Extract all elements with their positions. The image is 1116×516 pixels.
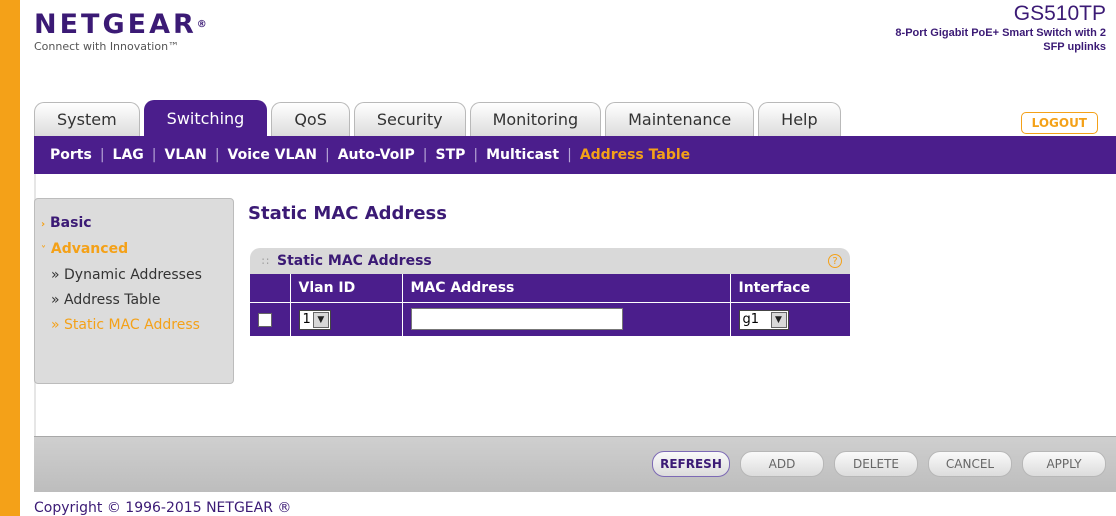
copyright-text: Copyright © 1996-2015 NETGEAR ® (34, 500, 292, 516)
subnav-separator: | (567, 147, 572, 163)
double-chevron-icon: » (51, 267, 60, 283)
mac-address-input[interactable] (410, 308, 623, 331)
sidebar-item-dynamic-addresses[interactable]: » Dynamic Addresses (41, 263, 233, 288)
sidebar-item-label: Advanced (50, 241, 129, 257)
subnav-separator: | (99, 147, 105, 163)
double-chevron-icon: » (51, 317, 60, 333)
dropdown-arrow-icon: ▼ (312, 311, 329, 328)
subnav-auto-voip[interactable]: Auto-VoIP (338, 147, 415, 163)
subnav-separator: | (214, 147, 220, 163)
tab-help[interactable]: Help (758, 102, 841, 136)
sidebar-item-label: Address Table (64, 292, 161, 308)
subnav-stp[interactable]: STP (436, 147, 466, 163)
column-header-mac-address: MAC Address (402, 274, 731, 302)
subnav-address-table[interactable]: Address Table (580, 147, 690, 163)
subnav-separator: | (151, 147, 157, 163)
row-select-checkbox[interactable] (258, 313, 272, 328)
help-icon[interactable]: ? (828, 254, 842, 268)
main-tabs: System Switching QoS Security Monitoring… (34, 100, 845, 136)
action-bar: REFRESH ADD DELETE CANCEL APPLY (34, 436, 1116, 492)
subnav-ports[interactable]: Ports (50, 147, 92, 163)
tab-security[interactable]: Security (353, 102, 466, 136)
delete-button[interactable]: DELETE (834, 451, 918, 477)
column-header-vlan-id: Vlan ID (290, 274, 403, 302)
sidebar-item-address-table[interactable]: » Address Table (41, 288, 233, 313)
vlan-id-value: 1 (302, 312, 311, 327)
left-accent-stripe (0, 0, 20, 516)
cancel-button[interactable]: CANCEL (928, 451, 1012, 477)
subnav-lag[interactable]: LAG (113, 147, 144, 163)
chevron-right-icon: › (41, 219, 46, 230)
tab-maintenance[interactable]: Maintenance (605, 102, 755, 136)
tab-switching[interactable]: Switching (143, 100, 268, 136)
subnav-separator: | (422, 147, 428, 163)
double-chevron-icon: » (51, 292, 60, 308)
interface-cell: g1 ▼ (730, 301, 850, 336)
table-row: 1 ▼ g1 ▼ (250, 301, 850, 336)
select-column-header (250, 274, 291, 302)
add-button[interactable]: ADD (740, 451, 824, 477)
static-mac-panel: ∷ Static MAC Address ? Vlan ID MAC Addre… (250, 248, 850, 336)
vlan-id-select[interactable]: 1 ▼ (298, 309, 331, 330)
sidebar-item-label: Dynamic Addresses (64, 267, 202, 283)
sub-navigation: Ports | LAG | VLAN | Voice VLAN | Auto-V… (34, 136, 1116, 174)
interface-value: g1 (742, 312, 760, 327)
sidebar-nav: › Basic ˅ Advanced » Dynamic Addresses »… (34, 198, 234, 384)
sidebar-item-advanced[interactable]: ˅ Advanced (41, 237, 233, 263)
netgear-logo: NETGEAR® Connect with Innovation™ (34, 9, 210, 54)
main-frame: NETGEAR® Connect with Innovation™ GS510T… (20, 0, 1116, 516)
page-title: Static MAC Address (248, 203, 447, 224)
subnav-multicast[interactable]: Multicast (486, 147, 559, 163)
tab-qos[interactable]: QoS (271, 102, 350, 136)
tab-monitoring[interactable]: Monitoring (469, 102, 602, 136)
static-mac-table: Vlan ID MAC Address Interface 1 ▼ g1 ▼ (250, 274, 850, 336)
panel-header: ∷ Static MAC Address ? (250, 248, 850, 274)
interface-select[interactable]: g1 ▼ (738, 309, 789, 330)
product-model: GS510TP (1013, 2, 1106, 25)
dropdown-arrow-icon: ▼ (770, 311, 787, 328)
panel-title: Static MAC Address (277, 253, 432, 269)
subnav-voice-vlan[interactable]: Voice VLAN (228, 147, 317, 163)
action-buttons: REFRESH ADD DELETE CANCEL APPLY (642, 451, 1106, 477)
table-header-row: Vlan ID MAC Address Interface (250, 274, 850, 302)
drag-handle-icon: ∷ (262, 254, 269, 268)
logo-registered-mark: ® (196, 19, 210, 30)
product-description: 8-Port Gigabit PoE+ Smart Switch with 2 … (895, 27, 1106, 53)
subnav-separator: | (325, 147, 330, 163)
sidebar-item-basic[interactable]: › Basic (41, 211, 233, 237)
sidebar-item-label: Static MAC Address (64, 317, 200, 333)
logout-button[interactable]: LOGOUT (1020, 112, 1098, 134)
logo-tagline: Connect with Innovation™ (34, 40, 180, 53)
chevron-down-icon: ˅ (41, 245, 46, 256)
sidebar-item-label: Basic (50, 215, 92, 231)
refresh-button[interactable]: REFRESH (652, 451, 730, 477)
subnav-vlan[interactable]: VLAN (165, 147, 207, 163)
logo-wordmark: NETGEAR (34, 9, 197, 40)
vlan-id-cell: 1 ▼ (290, 301, 403, 336)
select-cell (250, 301, 291, 336)
subnav-separator: | (473, 147, 479, 163)
column-header-interface: Interface (738, 279, 811, 296)
sidebar-item-static-mac-address[interactable]: » Static MAC Address (41, 313, 233, 338)
apply-button[interactable]: APPLY (1022, 451, 1106, 477)
tab-system[interactable]: System (34, 102, 140, 136)
mac-address-cell (402, 301, 731, 336)
product-info: GS510TP 8-Port Gigabit PoE+ Smart Switch… (886, 2, 1106, 54)
